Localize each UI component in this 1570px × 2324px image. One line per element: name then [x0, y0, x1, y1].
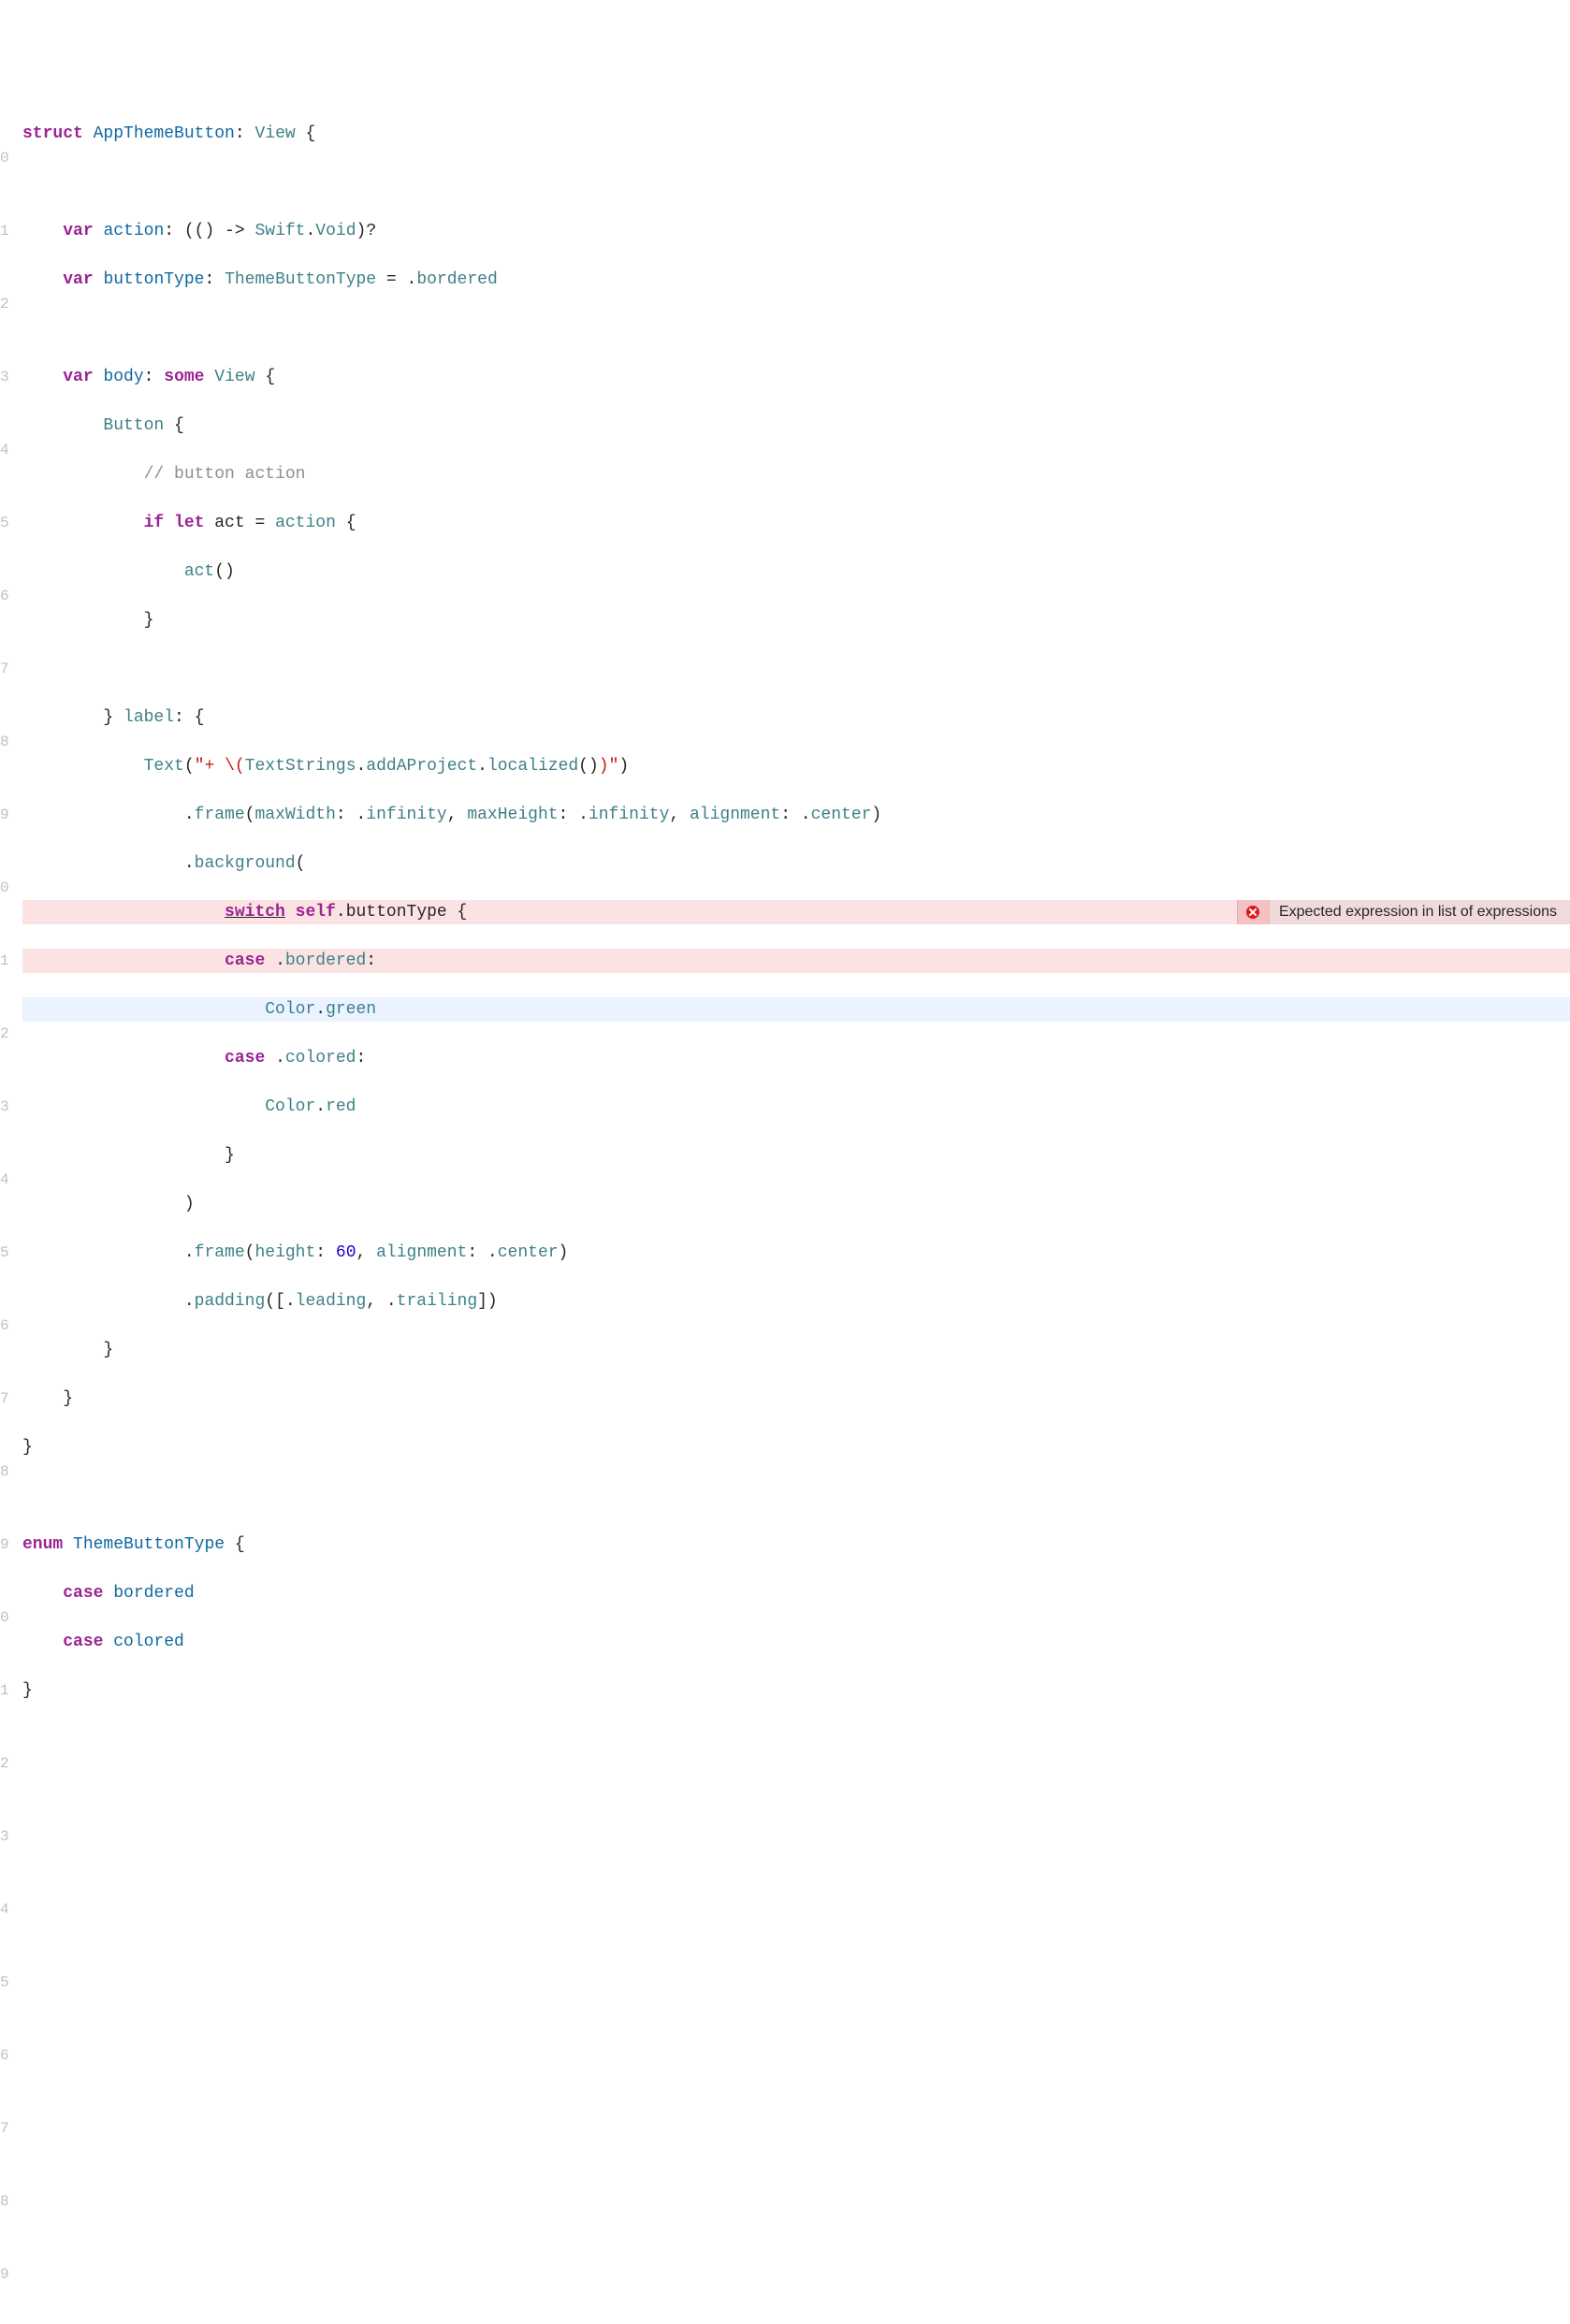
member-leading: leading: [296, 1292, 367, 1311]
keyword-self: self: [296, 903, 336, 922]
member-trailing: trailing: [397, 1292, 477, 1311]
type-name: AppThemeButton: [94, 124, 235, 143]
keyword-let: let: [174, 514, 204, 532]
ref-action: action: [275, 514, 336, 532]
arg-label: label: [124, 708, 174, 727]
member-addaproject: addAProject: [366, 757, 477, 776]
member-bordered: bordered: [416, 270, 497, 289]
keyword-case: case: [63, 1584, 103, 1603]
arg-maxheight: maxHeight: [467, 806, 558, 824]
prop-action: action: [103, 222, 164, 240]
prop-buttontype: buttonType: [103, 270, 204, 289]
enum-case-bordered: bordered: [113, 1584, 194, 1603]
call-act: act: [184, 562, 214, 581]
code-editor[interactable]: 0 1 2 3 4 5 6 7 8 9 0 1 2 3 4 5 6 7 8 9 …: [0, 97, 1570, 2324]
keyword-enum: enum: [22, 1535, 63, 1554]
member-infinity: infinity: [366, 806, 446, 824]
call-background: background: [195, 854, 296, 873]
arg-alignment: alignment: [690, 806, 780, 824]
code-area[interactable]: struct AppThemeButton: View { var action…: [9, 97, 1570, 2324]
protocol-view: View: [254, 124, 295, 143]
keyword-var: var: [63, 368, 93, 386]
member-localized: localized: [487, 757, 578, 776]
string-close: ": [609, 757, 619, 776]
string-interp-close: ): [599, 757, 609, 776]
error-icon[interactable]: [1237, 900, 1269, 924]
num-60: 60: [336, 1243, 356, 1262]
type-text: Text: [144, 757, 184, 776]
string-interp-open: \(: [225, 757, 245, 776]
keyword-switch: switch: [225, 903, 285, 922]
keyword-var: var: [63, 270, 93, 289]
arg-maxwidth: maxWidth: [254, 806, 335, 824]
prop-body: body: [103, 368, 143, 386]
error-line[interactable]: switch self.buttonType {Expected express…: [22, 900, 1570, 924]
type-themebuttontype-decl: ThemeButtonType: [73, 1535, 225, 1554]
current-line: Color.green: [22, 997, 1570, 1022]
keyword-case: case: [63, 1633, 103, 1651]
arg-alignment: alignment: [376, 1243, 467, 1262]
member-infinity: infinity: [589, 806, 669, 824]
type-textstrings: TextStrings: [245, 757, 356, 776]
keyword-case: case: [225, 951, 265, 970]
member-red: red: [326, 1097, 356, 1116]
call-padding: padding: [195, 1292, 266, 1311]
call-frame: frame: [195, 806, 245, 824]
keyword-struct: struct: [22, 124, 83, 143]
type-view: View: [214, 368, 254, 386]
member-green: green: [326, 1000, 376, 1019]
type-color: Color: [265, 1097, 315, 1116]
case-bordered: bordered: [285, 951, 366, 970]
string-open: "+: [195, 757, 225, 776]
arg-height: height: [254, 1243, 315, 1262]
keyword-some: some: [164, 368, 204, 386]
type-color: Color: [265, 1000, 315, 1019]
call-frame: frame: [195, 1243, 245, 1262]
error-banner[interactable]: Expected expression in list of expressio…: [1237, 900, 1570, 924]
keyword-if: if: [144, 514, 165, 532]
case-colored: colored: [285, 1049, 356, 1068]
member-center: center: [498, 1243, 559, 1262]
member-center: center: [811, 806, 872, 824]
enum-case-colored: colored: [113, 1633, 184, 1651]
line-gutter: 0 1 2 3 4 5 6 7 8 9 0 1 2 3 4 5 6 7 8 9 …: [0, 97, 9, 2324]
keyword-case: case: [225, 1049, 265, 1068]
ref-buttontype: buttonType: [346, 903, 447, 922]
comment: // button action: [144, 465, 306, 484]
type-void: Void: [315, 222, 356, 240]
keyword-var: var: [63, 222, 93, 240]
type-swift: Swift: [254, 222, 305, 240]
type-button: Button: [103, 416, 164, 435]
type-themebuttontype: ThemeButtonType: [225, 270, 376, 289]
error-message: Expected expression in list of expressio…: [1269, 900, 1570, 924]
